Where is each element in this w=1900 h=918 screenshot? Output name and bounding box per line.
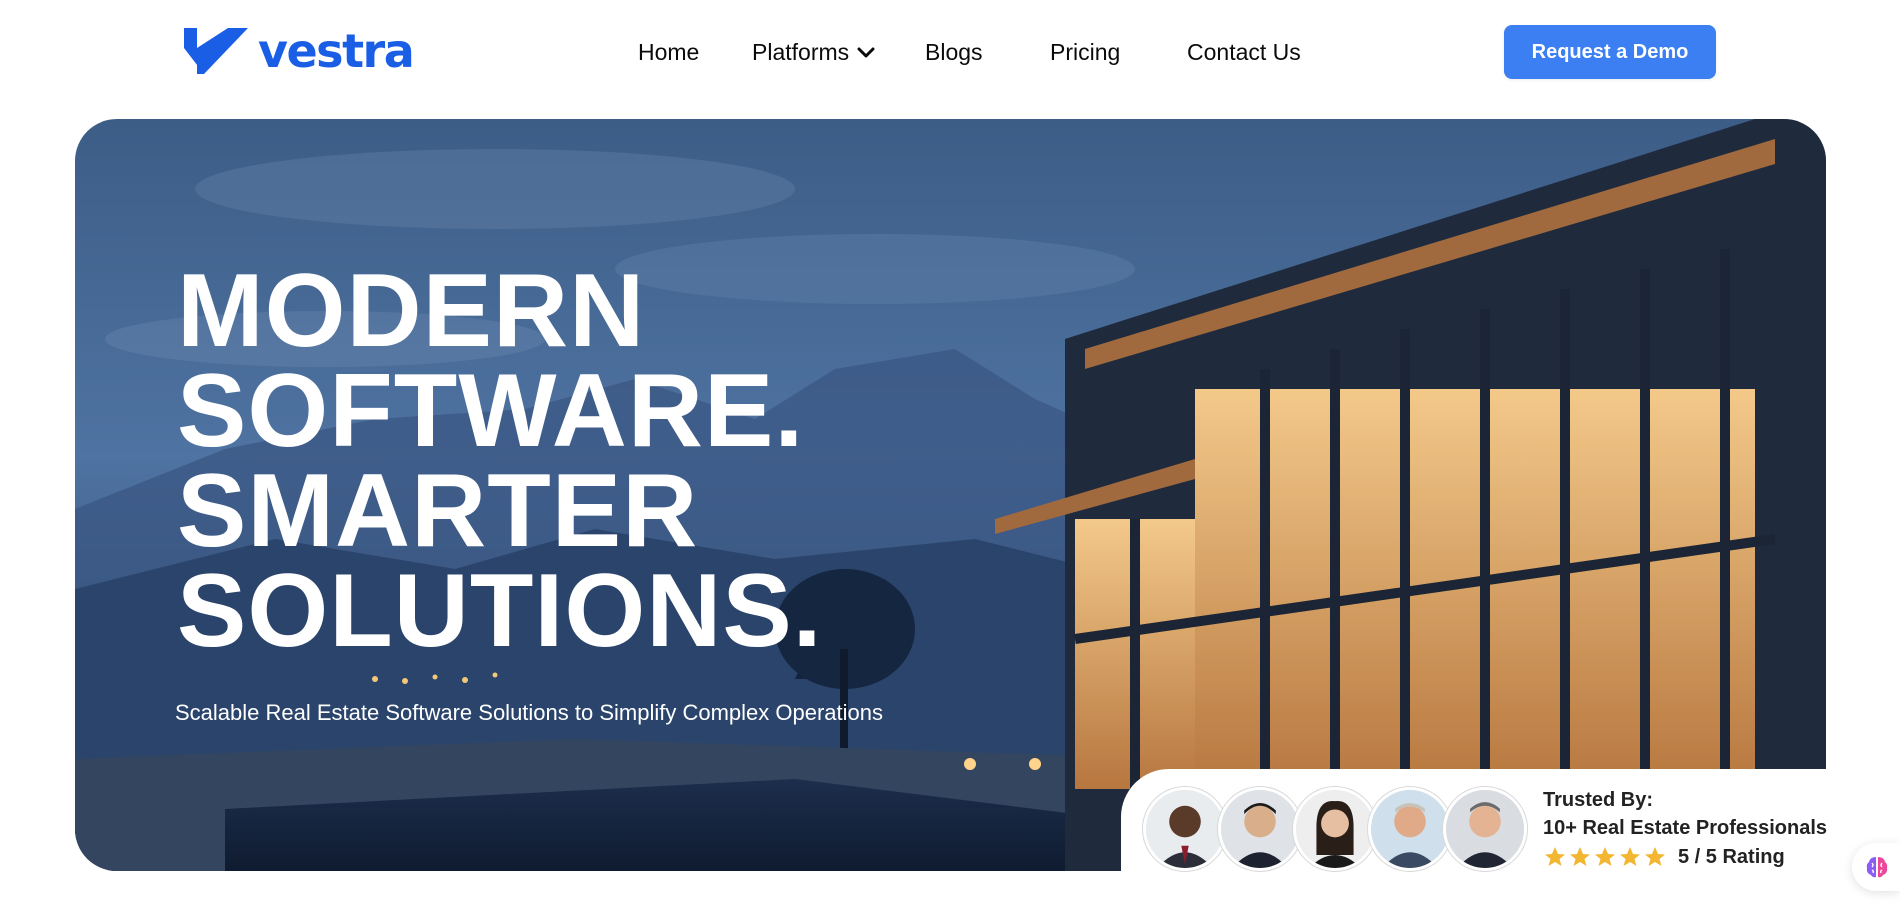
avatar-group — [1143, 787, 1543, 871]
headline-line-4: SOLUTIONS. — [177, 553, 823, 669]
headline-line-2: SOFTWARE. — [177, 353, 805, 469]
trust-badge: Trusted By: 10+ Real Estate Professional… — [1121, 769, 1900, 918]
hero-subtitle: Scalable Real Estate Software Solutions … — [175, 700, 884, 725]
headline-line-3: SMARTER — [177, 453, 699, 569]
nav-contact-us[interactable]: Contact Us — [1187, 39, 1301, 66]
star-icon — [1545, 847, 1565, 866]
star-icon — [1595, 847, 1615, 866]
nav-pricing[interactable]: Pricing — [1050, 39, 1120, 66]
avatar — [1143, 787, 1227, 871]
site-header: vestra Home Platforms Blogs Pricing Cont… — [0, 0, 1900, 105]
avatar — [1293, 787, 1377, 871]
nav-pricing-label: Pricing — [1050, 39, 1121, 65]
rating-text: 5 / 5 Rating — [1678, 845, 1785, 868]
avatar — [1443, 787, 1527, 871]
chevron-down-icon — [857, 47, 875, 57]
nav-blogs[interactable]: Blogs — [925, 39, 983, 66]
star-icon — [1645, 847, 1665, 866]
request-demo-button[interactable]: Request a Demo — [1504, 25, 1716, 79]
avatar — [1368, 787, 1452, 871]
trust-label: Trusted By: — [1543, 789, 1654, 811]
brain-icon — [1866, 857, 1888, 878]
rating-row: 5 / 5 Rating — [1543, 845, 1827, 869]
hero-section: MODERN SOFTWARE. SMARTER SOLUTIONS. Scal… — [75, 119, 1826, 871]
headline-line-1: MODERN — [177, 253, 646, 369]
nav-platforms-label: Platforms — [752, 39, 850, 65]
nav-platforms[interactable]: Platforms — [752, 39, 875, 66]
nav-blogs-label: Blogs — [925, 39, 983, 65]
trust-text: Trusted By: 10+ Real Estate Professional… — [1543, 787, 1827, 869]
star-icon — [1620, 847, 1640, 866]
nav-contact-us-label: Contact Us — [1187, 39, 1301, 65]
nav-home-label: Home — [638, 39, 700, 65]
nav-home[interactable]: Home — [638, 39, 699, 66]
trust-count: 10+ Real Estate Professionals — [1543, 817, 1828, 839]
hero-headline: MODERN SOFTWARE. SMARTER SOLUTIONS. — [177, 253, 1077, 669]
star-icon — [1570, 847, 1590, 866]
avatar — [1218, 787, 1302, 871]
floating-assistant-button[interactable] — [1852, 843, 1900, 891]
